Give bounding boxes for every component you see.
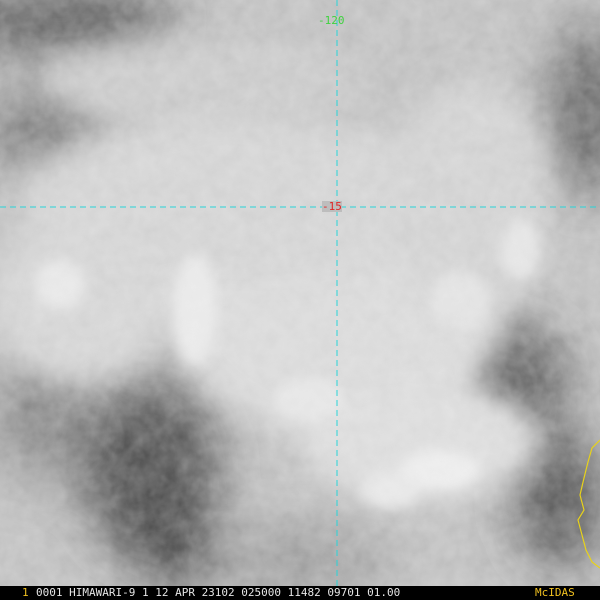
frame-number: 1 bbox=[22, 586, 29, 599]
satellite-image bbox=[0, 0, 600, 586]
latitude-label: -15 bbox=[322, 200, 342, 213]
longitude-label: -120 bbox=[318, 14, 345, 27]
status-bar: 1 0001 HIMAWARI-9 1 12 APR 23102 025000 … bbox=[0, 586, 600, 600]
satellite-image-frame: -120 -15 1 0001 HIMAWARI-9 1 12 APR 2310… bbox=[0, 0, 600, 600]
mcidas-brand: McIDAS bbox=[535, 586, 575, 599]
image-metadata: 0001 HIMAWARI-9 1 12 APR 23102 025000 11… bbox=[36, 586, 401, 599]
